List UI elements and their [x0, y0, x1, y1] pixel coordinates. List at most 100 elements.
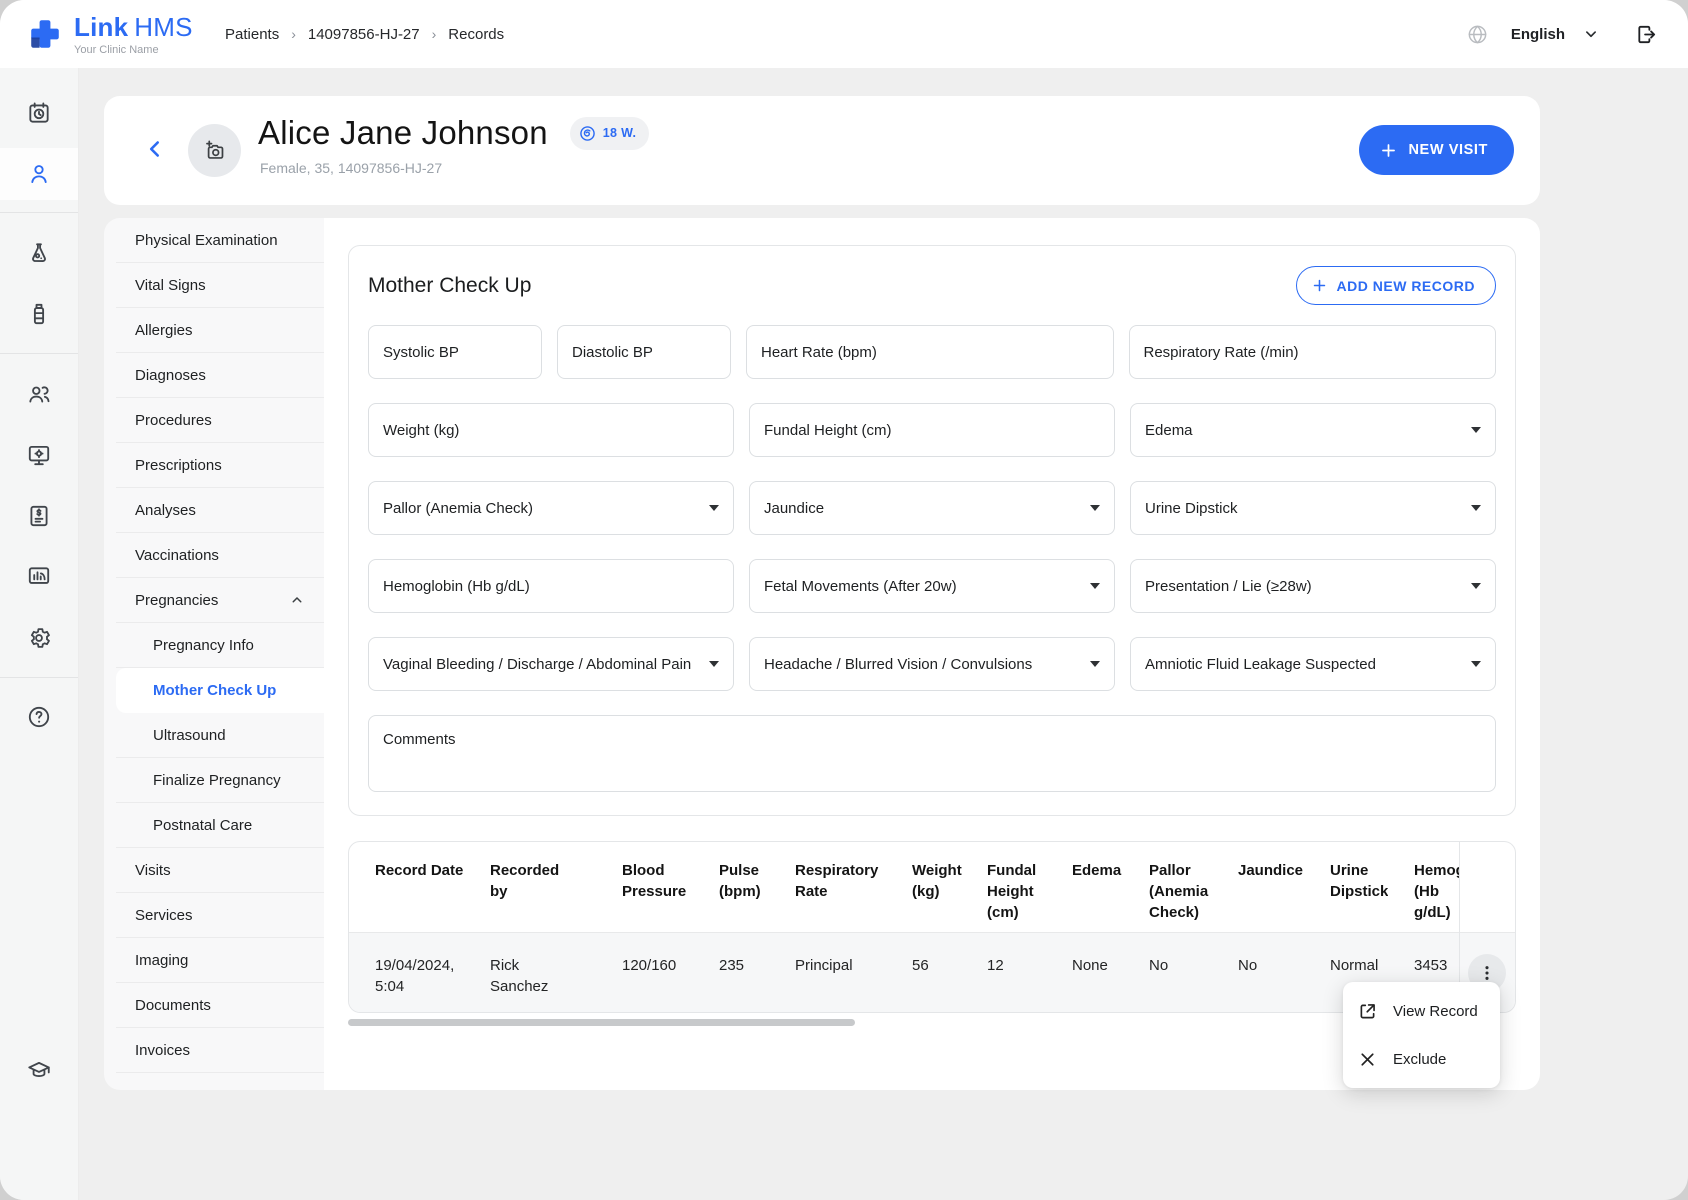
- monitor-gear-icon: [26, 442, 52, 468]
- menu-item-physical-examination[interactable]: Physical Examination: [116, 218, 324, 263]
- cell-fundal-height-cm: 12: [987, 955, 1039, 1013]
- cell-pallor-anemia-check: No: [1149, 955, 1211, 1013]
- form-row: Hemoglobin (Hb g/dL) Fetal Movements (Aft…: [368, 559, 1496, 613]
- menu-item-prescriptions[interactable]: Prescriptions: [116, 443, 324, 488]
- menu-item-visits[interactable]: Visits: [116, 848, 324, 893]
- add-new-record-button[interactable]: ADD NEW RECORD: [1296, 266, 1496, 305]
- sidebar-item-education[interactable]: [15, 1047, 63, 1095]
- field-heart-rate-bpm[interactable]: Heart Rate (bpm): [746, 325, 1114, 379]
- menu-item-allergies[interactable]: Allergies: [116, 308, 324, 353]
- sidebar-item-settings[interactable]: [15, 614, 63, 662]
- menu-item-finalize-pregnancy[interactable]: Finalize Pregnancy: [116, 758, 324, 803]
- invoice-dollar-icon: [26, 503, 52, 529]
- menu-item-label: Physical Examination: [135, 232, 278, 249]
- menu-item-documents[interactable]: Documents: [116, 983, 324, 1028]
- back-button[interactable]: [136, 133, 170, 167]
- menu-item-vital-signs[interactable]: Vital Signs: [116, 263, 324, 308]
- chevron-down-icon[interactable]: [1581, 24, 1601, 44]
- field-vaginal-bleeding-discharge-abdominal-pain[interactable]: Vaginal Bleeding / Discharge / Abdominal…: [368, 637, 734, 691]
- context-menu-item-exclude[interactable]: Exclude: [1343, 1035, 1500, 1083]
- field-presentation-lie-28w[interactable]: Presentation / Lie (≥28w): [1130, 559, 1496, 613]
- menu-item-imaging[interactable]: Imaging: [116, 938, 324, 983]
- bar-chart-icon: [26, 564, 52, 590]
- menu-item-analyses[interactable]: Analyses: [116, 488, 324, 533]
- column-header-pallor-anemia-check: Pallor (Anemia Check): [1149, 860, 1211, 923]
- chevron-up-icon: [288, 591, 306, 609]
- sidebar-item-reports[interactable]: [15, 553, 63, 601]
- menu-item-label: Mother Check Up: [153, 682, 276, 699]
- context-menu-item-view-record[interactable]: View Record: [1343, 987, 1500, 1035]
- menu-item-label: Documents: [135, 997, 211, 1014]
- sidebar-item-staff[interactable]: [15, 370, 63, 418]
- field-comments[interactable]: Comments: [368, 715, 1496, 792]
- menu-item-invoices[interactable]: Invoices: [116, 1028, 324, 1073]
- brand-tagline: Your Clinic Name: [74, 44, 193, 56]
- table-row[interactable]: 19/04/2024, 5:04Rick Sanchez120/160235Pr…: [349, 932, 1515, 1013]
- breadcrumb-item-patients[interactable]: Patients: [225, 26, 279, 43]
- records-table-card: Record DateRecorded byBlood PressurePuls…: [348, 841, 1516, 1013]
- field-edema[interactable]: Edema: [1130, 403, 1496, 457]
- brand-secondary: HMS: [134, 12, 192, 42]
- menu-item-diagnoses[interactable]: Diagnoses: [116, 353, 324, 398]
- sidebar-item-appointments[interactable]: [15, 89, 63, 137]
- linkhms-logo-icon: [26, 15, 64, 53]
- patient-avatar[interactable]: [188, 124, 241, 177]
- field-headache-blurred-vision-convulsions[interactable]: Headache / Blurred Vision / Convulsions: [749, 637, 1115, 691]
- menu-item-vaccinations[interactable]: Vaccinations: [116, 533, 324, 578]
- calendar-clock-icon: [26, 100, 52, 126]
- field-amniotic-fluid-leakage-suspected[interactable]: Amniotic Fluid Leakage Suspected: [1130, 637, 1496, 691]
- field-weight-kg[interactable]: Weight (kg): [368, 403, 734, 457]
- field-jaundice[interactable]: Jaundice: [749, 481, 1115, 535]
- cell-recorded-by: Rick Sanchez: [490, 955, 570, 1013]
- field-fundal-height-cm[interactable]: Fundal Height (cm): [749, 403, 1115, 457]
- new-visit-button[interactable]: NEW VISIT: [1359, 125, 1514, 175]
- field-urine-dipstick[interactable]: Urine Dipstick: [1130, 481, 1496, 535]
- field-diastolic-bp[interactable]: Diastolic BP: [557, 325, 731, 379]
- menu-item-label: Visits: [135, 862, 171, 879]
- menu-item-label: Vital Signs: [135, 277, 206, 294]
- field-label: Jaundice: [764, 500, 824, 517]
- logout-button[interactable]: [1631, 19, 1662, 50]
- field-label: Fetal Movements (After 20w): [764, 578, 957, 595]
- dropdown-caret-icon: [1090, 583, 1100, 589]
- sidebar-item-patients[interactable]: [15, 150, 63, 198]
- close-icon: [1357, 1049, 1378, 1070]
- cell-blood-pressure: 120/160: [622, 955, 692, 1013]
- topbar: LinkHMS Your Clinic Name Patients›140978…: [0, 0, 1688, 68]
- column-header-weight-kg: Weight (kg): [912, 860, 964, 923]
- field-respiratory-rate-min[interactable]: Respiratory Rate (/min): [1129, 325, 1497, 379]
- menu-item-mother-check-up[interactable]: Mother Check Up: [116, 668, 324, 713]
- menu-item-pregnancy-info[interactable]: Pregnancy Info: [116, 623, 324, 668]
- brand: LinkHMS Your Clinic Name: [26, 12, 193, 56]
- menu-item-procedures[interactable]: Procedures: [116, 398, 324, 443]
- form-row: Weight (kg) Fundal Height (cm) Edema: [368, 403, 1496, 457]
- sidebar-item-help[interactable]: [15, 693, 63, 741]
- menu-item-pregnancies[interactable]: Pregnancies: [116, 578, 324, 623]
- breadcrumb-item-14097856-hj-27[interactable]: 14097856-HJ-27: [308, 26, 420, 43]
- menu-item-postnatal-care[interactable]: Postnatal Care: [116, 803, 324, 848]
- breadcrumb-item-records[interactable]: Records: [448, 26, 504, 43]
- sidebar-item-pharmacy[interactable]: [15, 290, 63, 338]
- menu-item-label: Pregnancy Info: [153, 637, 254, 654]
- field-fetal-movements-after-20w[interactable]: Fetal Movements (After 20w): [749, 559, 1115, 613]
- record-body-panel: Physical Examination Vital Signs Allergies…: [104, 218, 1540, 1090]
- menu-item-ultrasound[interactable]: Ultrasound: [116, 713, 324, 758]
- horizontal-scrollbar-thumb[interactable]: [348, 1019, 855, 1026]
- app-window: LinkHMS Your Clinic Name Patients›140978…: [0, 0, 1688, 1200]
- sidebar-item-laboratory[interactable]: [15, 229, 63, 277]
- sidebar-item-workstation[interactable]: [15, 431, 63, 479]
- sidebar-divider: [0, 212, 78, 213]
- menu-item-services[interactable]: Services: [116, 893, 324, 938]
- menu-item-label: Pregnancies: [135, 592, 218, 609]
- brand-name: LinkHMS: [74, 12, 193, 43]
- field-label: Headache / Blurred Vision / Convulsions: [764, 656, 1032, 673]
- language-selector[interactable]: English: [1511, 26, 1565, 43]
- dropdown-caret-icon: [709, 505, 719, 511]
- field-systolic-bp[interactable]: Systolic BP: [368, 325, 542, 379]
- form-row: Pallor (Anemia Check) Jaundice Urine Dipst…: [368, 481, 1496, 535]
- menu-item-label: Procedures: [135, 412, 212, 429]
- sidebar-item-billing[interactable]: [15, 492, 63, 540]
- field-pallor-anemia-check[interactable]: Pallor (Anemia Check): [368, 481, 734, 535]
- form-row: Comments: [368, 715, 1496, 792]
- field-hemoglobin-hb-g-dl[interactable]: Hemoglobin (Hb g/dL): [368, 559, 734, 613]
